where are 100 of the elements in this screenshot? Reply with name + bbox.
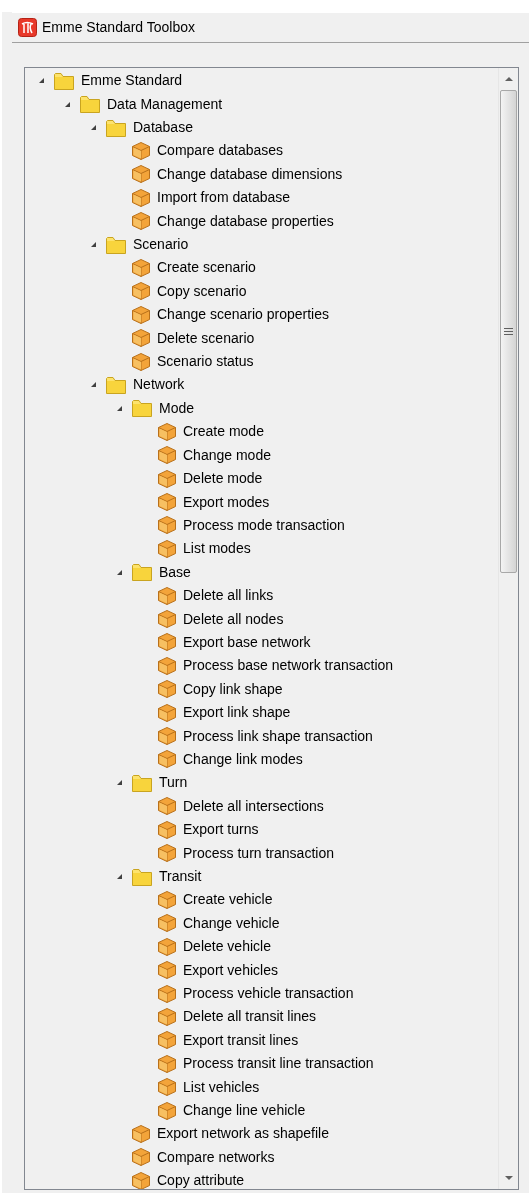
tool-label[interactable]: Export turns: [183, 819, 259, 841]
tool-label[interactable]: Export modes: [183, 491, 270, 513]
cube-icon: [157, 1077, 177, 1098]
tool-label[interactable]: Export network as shapefile: [157, 1123, 329, 1145]
tool-label[interactable]: List vehicles: [183, 1076, 260, 1098]
tool-label[interactable]: Process turn transaction: [183, 842, 334, 864]
cube-icon: [157, 889, 177, 910]
tool-label[interactable]: Delete vehicle: [183, 936, 271, 958]
tool-label[interactable]: List modes: [183, 538, 251, 560]
cube-icon: [131, 1147, 151, 1168]
tool-label[interactable]: Delete scenario: [157, 327, 255, 349]
cube-icon: [157, 515, 177, 536]
cube-icon: [157, 843, 177, 864]
cube-icon: [131, 257, 151, 278]
cube-icon: [131, 211, 151, 232]
tool-label[interactable]: Export link shape: [183, 702, 291, 724]
folder-icon: [105, 374, 127, 396]
cube-icon: [157, 749, 177, 770]
folder-label[interactable]: Transit: [159, 866, 202, 887]
cube-icon: [157, 960, 177, 981]
cube-icon: [131, 187, 151, 208]
tool-label[interactable]: Process vehicle transaction: [183, 983, 354, 1005]
cube-icon: [131, 304, 151, 325]
folder-label[interactable]: Data Management: [107, 93, 223, 115]
expanded-arrow-icon[interactable]: [89, 240, 98, 250]
expanded-arrow-icon[interactable]: [89, 123, 98, 132]
panel-title: Emme Standard Toolbox: [42, 18, 196, 37]
cube-icon: [157, 796, 177, 817]
cube-icon: [131, 1170, 151, 1189]
tool-label[interactable]: Change mode: [183, 444, 271, 466]
expanded-arrow-icon[interactable]: [115, 872, 124, 881]
cube-icon: [157, 468, 177, 489]
vertical-scrollbar[interactable]: [498, 68, 518, 1189]
tool-label[interactable]: Process base network transaction: [183, 655, 394, 677]
grip-icon: [504, 327, 513, 336]
tool-label[interactable]: Export vehicles: [183, 959, 278, 981]
cube-icon: [131, 281, 151, 302]
tool-label[interactable]: Compare networks: [157, 1146, 275, 1168]
cube-icon: [157, 679, 177, 700]
cube-icon: [157, 421, 177, 442]
cube-icon: [157, 632, 177, 653]
cube-icon: [157, 1030, 177, 1051]
cube-icon: [157, 655, 177, 676]
tool-label[interactable]: Process transit line transaction: [183, 1053, 374, 1075]
cube-icon: [157, 983, 177, 1004]
cube-icon: [157, 913, 177, 934]
cube-icon: [157, 702, 177, 723]
folder-icon: [131, 561, 153, 584]
expanded-arrow-icon[interactable]: [37, 76, 46, 86]
cube-icon: [157, 726, 177, 747]
tool-label[interactable]: Copy attribute: [157, 1170, 245, 1189]
cube-icon: [157, 538, 177, 559]
tool-label[interactable]: Process mode transaction: [183, 514, 345, 536]
cube-icon: [157, 1100, 177, 1121]
folder-label[interactable]: Network: [133, 374, 185, 396]
folder-icon: [79, 93, 101, 116]
tool-label[interactable]: Export transit lines: [183, 1029, 299, 1051]
tool-label[interactable]: Compare databases: [157, 140, 284, 162]
folder-label[interactable]: Base: [159, 561, 191, 583]
tool-label[interactable]: Change scenario properties: [157, 304, 329, 326]
tool-label[interactable]: Delete mode: [183, 468, 263, 490]
folder-label[interactable]: Emme Standard: [81, 70, 183, 92]
folder-label[interactable]: Turn: [159, 772, 188, 794]
scroll-thumb[interactable]: [500, 90, 517, 573]
tool-label[interactable]: Change vehicle: [183, 912, 280, 934]
cube-icon: [131, 164, 151, 185]
tool-label[interactable]: Change line vehicle: [183, 1100, 306, 1122]
cube-icon: [131, 328, 151, 349]
cube-icon: [157, 936, 177, 957]
tool-label[interactable]: Copy link shape: [183, 678, 283, 700]
tool-label[interactable]: Delete all nodes: [183, 608, 284, 630]
tool-label[interactable]: Import from database: [157, 187, 291, 209]
tool-label[interactable]: Create vehicle: [183, 889, 273, 911]
cube-icon: [157, 492, 177, 512]
tool-label[interactable]: Change database properties: [157, 210, 334, 232]
cube-icon: [157, 819, 177, 840]
tool-label[interactable]: Change link modes: [183, 749, 303, 770]
tool-label[interactable]: Change database dimensions: [157, 163, 343, 185]
folder-icon: [131, 397, 153, 420]
tool-label[interactable]: Copy scenario: [157, 280, 247, 302]
folder-label[interactable]: Scenario: [133, 234, 189, 256]
expanded-arrow-icon[interactable]: [89, 380, 98, 390]
cube-icon: [131, 1124, 151, 1144]
tool-label[interactable]: Process link shape transaction: [183, 725, 373, 747]
tool-label[interactable]: Scenario status: [157, 351, 254, 373]
tool-label[interactable]: Create mode: [183, 421, 264, 443]
toolbox-logo-icon: [18, 18, 37, 37]
expanded-arrow-icon[interactable]: [115, 778, 124, 788]
tool-label[interactable]: Create scenario: [157, 257, 256, 279]
cube-icon: [131, 140, 151, 161]
folder-label[interactable]: Database: [133, 117, 193, 138]
tool-label[interactable]: Delete all transit lines: [183, 1006, 317, 1028]
tool-label[interactable]: Export base network: [183, 631, 311, 653]
folder-label[interactable]: Mode: [159, 397, 195, 419]
cube-icon: [157, 445, 177, 466]
tool-label[interactable]: Delete all links: [183, 585, 274, 607]
cube-icon: [157, 1053, 177, 1074]
tool-label[interactable]: Delete all intersections: [183, 795, 324, 817]
cube-icon: [157, 609, 177, 630]
cube-icon: [131, 351, 151, 372]
